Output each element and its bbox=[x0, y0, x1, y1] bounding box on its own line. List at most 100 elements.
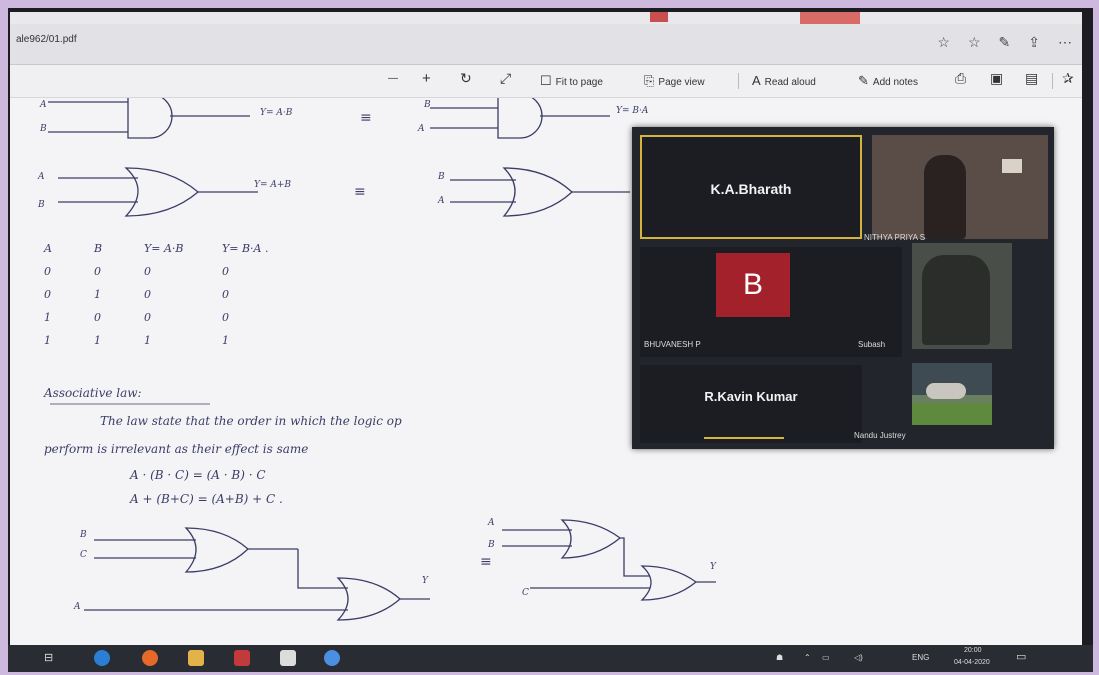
participant-tile-active[interactable]: K.A.Bharath bbox=[640, 135, 862, 239]
add-notes-button[interactable]: ✎ Add notes bbox=[858, 73, 918, 89]
volume-icon[interactable]: ◁) bbox=[854, 653, 863, 662]
browser-icons: ☆ ☆ ✎ ⇪ ⋯ bbox=[937, 32, 1072, 52]
gate1-output-label: Y= A·B bbox=[260, 108, 293, 118]
zoom-out-button[interactable]: — bbox=[388, 73, 398, 84]
fullscreen-button[interactable]: ⤢ bbox=[500, 70, 511, 87]
page-view-button[interactable]: ⎘ Page view bbox=[644, 73, 705, 89]
table-cell: 0 bbox=[222, 265, 229, 278]
person-silhouette bbox=[922, 255, 990, 345]
chevron-up-icon[interactable]: ⌃ bbox=[804, 653, 811, 662]
truth-table-header: A B Y= A·B Y= B·A . bbox=[44, 242, 300, 265]
gate2-input-a: A bbox=[38, 172, 45, 182]
truth-table: A B Y= A·B Y= B·A . 0 0 0 0 0 1 0 0 1 0 … bbox=[44, 242, 300, 357]
monitor: ale962/01.pdf ☆ ☆ ✎ ⇪ ⋯ — + ↻ ⤢ ☐ Fit to … bbox=[8, 8, 1093, 672]
circuit1-input-a: A bbox=[74, 602, 81, 612]
add-notes-label: Add notes bbox=[872, 77, 918, 88]
circuit1-output-y: Y bbox=[422, 576, 428, 586]
participant-name: Subash bbox=[858, 340, 886, 349]
star-icon[interactable]: ☆ bbox=[937, 32, 950, 52]
taskbar: ⊟ ☗ ⌃ ▭ ◁) ENG 20:00 04-04-2020 ▭ bbox=[8, 645, 1093, 672]
people-icon[interactable]: ☗ bbox=[776, 653, 783, 662]
table-cell: 1 bbox=[94, 288, 101, 301]
gate1-input-a: A bbox=[40, 100, 47, 110]
task-view-icon[interactable]: ⊟ bbox=[44, 651, 53, 664]
participant-tile[interactable]: R.Kavin Kumar bbox=[640, 365, 862, 443]
table-cell: 0 bbox=[144, 288, 151, 301]
gate1-input-b: B bbox=[40, 124, 47, 134]
pdf-toolbar: — + ↻ ⤢ ☐ Fit to page ⎘ Page view A Read al… bbox=[10, 65, 1082, 98]
file-explorer-icon[interactable] bbox=[188, 650, 204, 666]
favorites-icon[interactable]: ☆ bbox=[968, 32, 981, 52]
table-cell: 0 bbox=[94, 265, 101, 278]
address-bar: ale962/01.pdf ☆ ☆ ✎ ⇪ ⋯ bbox=[10, 24, 1082, 65]
read-aloud-button[interactable]: A Read aloud bbox=[752, 73, 816, 88]
print-icon[interactable]: ⎙ bbox=[955, 70, 966, 87]
table-cell: 0 bbox=[94, 311, 101, 324]
equivalence-symbol: ≡ bbox=[360, 110, 372, 126]
wall-light bbox=[1002, 159, 1022, 173]
participant-name: Nandu Justrey bbox=[854, 431, 906, 440]
add-notes-icon: ✎ bbox=[858, 73, 869, 88]
rotate-button[interactable]: ↻ bbox=[460, 70, 472, 87]
circuit1-input-b: B bbox=[80, 530, 87, 540]
table-cell: 1 bbox=[222, 334, 229, 347]
table-cell: 0 bbox=[44, 288, 51, 301]
screen: ale962/01.pdf ☆ ☆ ✎ ⇪ ⋯ — + ↻ ⤢ ☐ Fit to … bbox=[10, 12, 1082, 645]
save-as-icon[interactable]: ▤ bbox=[1025, 70, 1038, 87]
gate2-input-b: B bbox=[38, 200, 45, 210]
circuit2-input-c: C bbox=[522, 588, 529, 598]
avatar: B bbox=[716, 253, 790, 317]
participant-name: R.Kavin Kumar bbox=[704, 389, 798, 404]
gate2b-input-b: B bbox=[438, 172, 445, 182]
pen-icon[interactable]: ✎ bbox=[999, 32, 1011, 52]
clock-time[interactable]: 20:00 bbox=[964, 647, 982, 654]
save-icon[interactable]: ▣ bbox=[990, 70, 1003, 87]
equation-2: A + (B+C) = (A+B) + C . bbox=[130, 492, 283, 506]
gate2b-input-a: A bbox=[438, 196, 445, 206]
table-row: 0 1 0 0 bbox=[44, 288, 300, 311]
page-view-icon: ⎘ bbox=[644, 73, 655, 88]
language-indicator[interactable]: ENG bbox=[912, 653, 929, 662]
table-cell: 0 bbox=[44, 265, 51, 278]
participant-tile[interactable]: B BHUVANESH P Subash bbox=[640, 247, 902, 357]
person-silhouette bbox=[924, 155, 966, 239]
fit-page-icon: ☐ bbox=[540, 73, 552, 88]
zoom-app-icon[interactable] bbox=[324, 650, 340, 666]
store-icon[interactable] bbox=[280, 650, 296, 666]
network-icon[interactable]: ▭ bbox=[822, 653, 830, 662]
paragraph-line-1: The law state that the order in which th… bbox=[100, 414, 402, 428]
participant-video-tile[interactable] bbox=[872, 135, 1048, 239]
share-icon[interactable]: ⇪ bbox=[1028, 32, 1040, 52]
table-cell: 0 bbox=[222, 288, 229, 301]
circuit2-input-b: B bbox=[488, 540, 495, 550]
table-cell: 0 bbox=[144, 265, 151, 278]
url-text[interactable]: ale962/01.pdf bbox=[16, 34, 77, 45]
edge-browser-icon[interactable] bbox=[94, 650, 110, 666]
circuit2-input-a: A bbox=[488, 518, 495, 528]
fit-to-page-label: Fit to page bbox=[555, 77, 603, 88]
fit-to-page-button[interactable]: ☐ Fit to page bbox=[540, 73, 603, 89]
gate1b-input-a: A bbox=[418, 124, 425, 134]
notifications-icon[interactable]: ▭ bbox=[1016, 650, 1026, 663]
video-grass bbox=[912, 403, 992, 425]
page-view-label: Page view bbox=[658, 77, 705, 88]
speaking-indicator bbox=[704, 437, 784, 439]
participant-video-tile[interactable] bbox=[912, 243, 1012, 349]
pin-icon[interactable]: ✰ bbox=[1062, 70, 1074, 87]
app-icon[interactable] bbox=[234, 650, 250, 666]
table-header-cell: Y= B·A . bbox=[222, 242, 269, 255]
gate2-output-label: Y= A+B bbox=[254, 180, 291, 190]
table-cell: 0 bbox=[222, 311, 229, 324]
firefox-icon[interactable] bbox=[142, 650, 158, 666]
table-header-cell: B bbox=[94, 242, 103, 255]
circuit1-input-c: C bbox=[80, 550, 87, 560]
paragraph-line-2: perform is irrelevant as their effect is… bbox=[44, 442, 309, 456]
more-icon[interactable]: ⋯ bbox=[1058, 32, 1072, 52]
table-row: 1 0 0 0 bbox=[44, 311, 300, 334]
participant-video-tile[interactable] bbox=[912, 363, 992, 425]
person-silhouette bbox=[926, 383, 966, 399]
clock-date[interactable]: 04-04-2020 bbox=[954, 659, 990, 666]
zoom-in-button[interactable]: + bbox=[422, 70, 431, 87]
read-aloud-label: Read aloud bbox=[764, 77, 816, 88]
table-header-cell: A bbox=[44, 242, 52, 255]
